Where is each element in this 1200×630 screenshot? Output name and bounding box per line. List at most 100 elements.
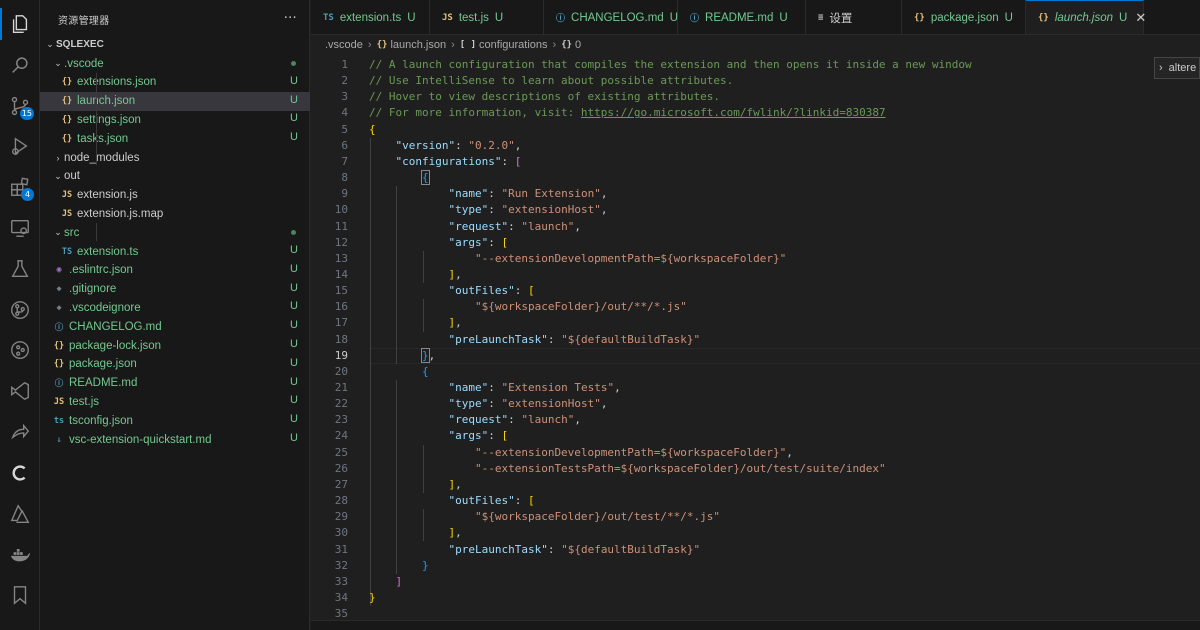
tree-file[interactable]: ⓘ CHANGELOG.md U — [40, 317, 310, 336]
breadcrumb-array[interactable]: configurations — [479, 39, 548, 51]
tab-label: 设置 — [829, 12, 853, 25]
code-line[interactable]: ] — [369, 574, 403, 590]
json-file-icon: {} — [914, 12, 925, 23]
code-editor[interactable]: 1 // A launch configuration that compiles… — [311, 55, 1200, 620]
more-actions-icon[interactable]: ··· — [284, 11, 297, 26]
tree-item-label: extension.js — [77, 189, 138, 202]
tree-folder[interactable]: ⌄ out — [40, 167, 310, 186]
breadcrumb-folder[interactable]: .vscode — [325, 39, 363, 51]
code-line[interactable]: } — [369, 590, 376, 606]
code-line[interactable]: "--extensionTestsPath=${workspaceFolder}… — [369, 461, 886, 477]
tree-file[interactable]: ◉ .eslintrc.json U — [40, 261, 310, 280]
live-share-icon[interactable] — [0, 412, 40, 452]
code-line[interactable]: "name": "Run Extension", — [369, 186, 607, 202]
extensions-icon[interactable]: 4 — [0, 167, 40, 207]
tree-file[interactable]: ◆ .gitignore U — [40, 280, 310, 299]
tree-file[interactable]: ⇓ vsc-extension-quickstart.md U — [40, 430, 310, 449]
code-line[interactable]: "version": "0.2.0", — [369, 138, 522, 154]
code-line[interactable]: // Hover to view descriptions of existin… — [369, 89, 720, 105]
tree-item-label: extension.js.map — [77, 207, 164, 220]
code-line[interactable]: { — [369, 170, 430, 186]
code-line[interactable]: "args": [ — [369, 235, 508, 251]
bookmarks-icon[interactable] — [0, 575, 40, 615]
git-lens-icon[interactable] — [0, 330, 40, 370]
tree-file[interactable]: ◆ .vscodeignore U — [40, 298, 310, 317]
codeium-icon[interactable] — [0, 453, 40, 493]
line-number: 35 — [334, 607, 348, 620]
tab-5[interactable]: {} package.json U — [902, 0, 1026, 34]
tree-file[interactable]: JS extension.js — [40, 186, 310, 205]
code-line[interactable]: ], — [369, 525, 461, 541]
tab-0[interactable]: TS extension.ts U — [311, 0, 430, 34]
tree-file[interactable]: {} package.json U — [40, 355, 310, 374]
code-line[interactable]: "args": [ — [369, 428, 508, 444]
close-icon[interactable]: ✕ — [1135, 10, 1146, 26]
tree-file[interactable]: TS extension.ts U — [40, 242, 310, 261]
code-line[interactable]: { — [369, 122, 376, 138]
breadcrumb-file[interactable]: launch.json — [390, 39, 446, 51]
code-line[interactable]: }, — [369, 347, 435, 364]
run-debug-icon[interactable] — [0, 126, 40, 166]
tab-6[interactable]: {} launch.json U ✕ — [1026, 0, 1146, 34]
testing-icon[interactable] — [0, 249, 40, 289]
code-line[interactable]: "outFiles": [ — [369, 283, 534, 299]
current-line-highlight — [369, 347, 1200, 364]
tree-item-label: settings.json — [77, 113, 141, 126]
tab-3[interactable]: ⓘ README.md U — [678, 0, 806, 34]
tree-file[interactable]: JS extension.js.map — [40, 204, 310, 223]
tab-1[interactable]: JS test.js U — [430, 0, 544, 34]
tree-file[interactable]: ⓘ README.md U — [40, 374, 310, 393]
code-line[interactable]: "--extensionDevelopmentPath=${workspaceF… — [369, 445, 793, 461]
breadcrumb-index[interactable]: 0 — [575, 39, 581, 51]
code-line[interactable]: "${workspaceFolder}/out/**/*.js" — [369, 299, 687, 315]
git-graph-icon[interactable] — [0, 290, 40, 330]
tree-file[interactable]: {} launch.json U — [40, 91, 310, 111]
side-widget[interactable]: › altere — [1154, 57, 1200, 79]
tree-file[interactable]: {} tasks.json U — [40, 129, 310, 148]
untracked-status: U — [290, 300, 298, 313]
workspace-root[interactable]: ⌄ SQLEXEC — [40, 35, 310, 54]
code-line[interactable]: // Use IntelliSense to learn about possi… — [369, 73, 733, 89]
tree-item-label: extension.ts — [77, 245, 139, 258]
tab-4[interactable]: ≡ 设置 — [806, 0, 902, 34]
code-line[interactable]: "preLaunchTask": "${defaultBuildTask}" — [369, 332, 700, 348]
code-line[interactable]: "type": "extensionHost", — [369, 396, 607, 412]
code-line[interactable]: "${workspaceFolder}/out/test/**/*.js" — [369, 509, 720, 525]
source-control-icon[interactable]: 15 — [0, 86, 40, 126]
tree-file[interactable]: {} package-lock.json U — [40, 336, 310, 355]
code-line[interactable]: // For more information, visit: https://… — [369, 105, 886, 121]
code-line[interactable]: ], — [369, 315, 461, 331]
line-number: 23 — [334, 413, 348, 427]
code-line[interactable]: "request": "launch", — [369, 219, 580, 235]
code-line[interactable]: "name": "Extension Tests", — [369, 380, 620, 396]
code-line[interactable]: ], — [369, 477, 461, 493]
tsconfig-file-icon: ts — [53, 415, 65, 426]
code-line[interactable]: "outFiles": [ — [369, 493, 534, 509]
tree-file[interactable]: {} extensions.json U — [40, 73, 310, 92]
code-line[interactable]: "type": "extensionHost", — [369, 202, 607, 218]
code-line[interactable]: } — [369, 558, 429, 574]
code-line[interactable]: "--extensionDevelopmentPath=${workspaceF… — [369, 251, 786, 267]
explorer-icon[interactable] — [0, 4, 40, 44]
code-line[interactable]: "preLaunchTask": "${defaultBuildTask}" — [369, 542, 700, 558]
tree-item-label: vsc-extension-quickstart.md — [69, 433, 212, 446]
tab-2[interactable]: ⓘ CHANGELOG.md U — [544, 0, 678, 34]
tab-status: U — [494, 11, 504, 24]
search-icon[interactable] — [0, 45, 40, 85]
code-line[interactable]: ], — [369, 267, 461, 283]
tree-file[interactable]: ts tsconfig.json U — [40, 411, 310, 430]
code-line[interactable]: "request": "launch", — [369, 412, 580, 428]
tree-folder[interactable]: ⌄ src — [40, 223, 310, 242]
tree-file[interactable]: {} settings.json U — [40, 110, 310, 129]
visual-studio-icon[interactable] — [0, 371, 40, 411]
code-line[interactable]: "configurations": [ — [369, 154, 522, 170]
tree-folder[interactable]: › node_modules — [40, 148, 310, 167]
docker-icon[interactable] — [0, 534, 40, 574]
remote-explorer-icon[interactable] — [0, 208, 40, 248]
tree-folder[interactable]: ⌄ .vscode — [40, 54, 310, 73]
code-line[interactable]: { — [369, 364, 429, 380]
azure-icon[interactable] — [0, 494, 40, 534]
untracked-status: U — [290, 394, 298, 407]
tree-file[interactable]: JS test.js U — [40, 392, 310, 411]
code-line[interactable]: // A launch configuration that compiles … — [369, 57, 972, 73]
